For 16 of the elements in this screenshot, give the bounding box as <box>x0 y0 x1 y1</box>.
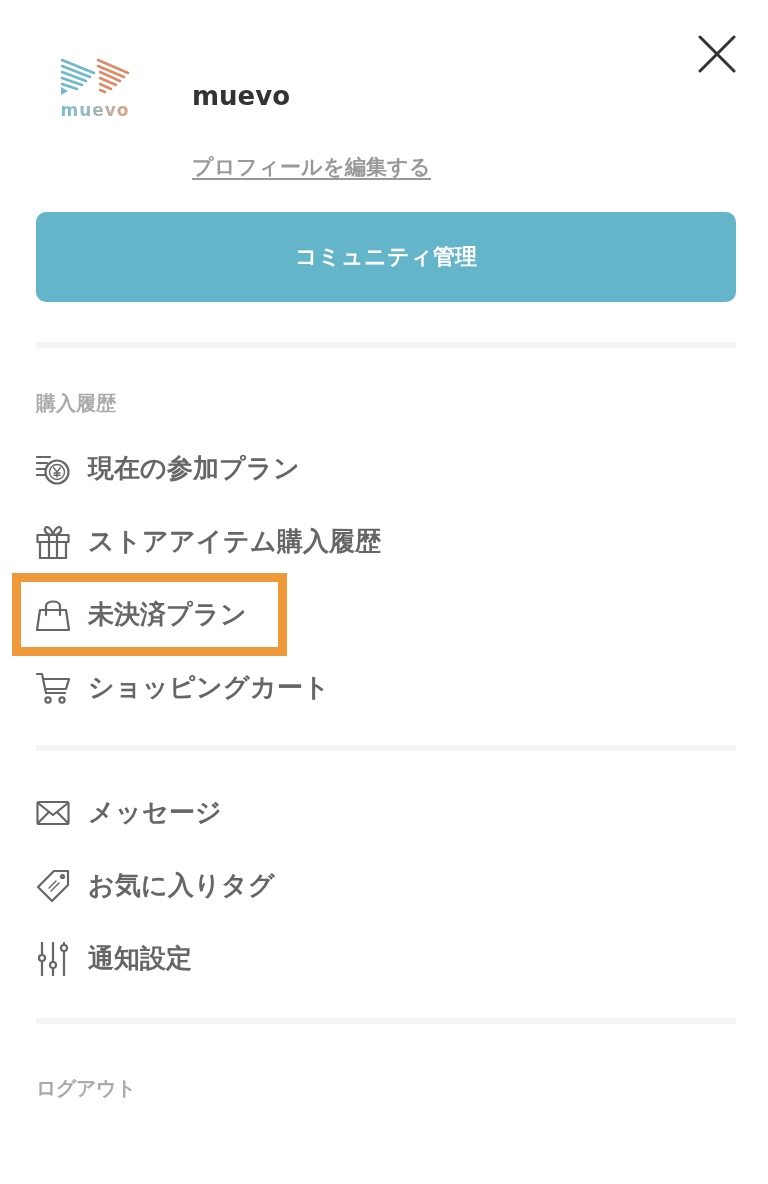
shopping-bag-icon <box>36 597 70 632</box>
profile-name: muevo <box>192 80 291 112</box>
menu-item[interactable]: 未決済プラン <box>21 582 278 647</box>
menu-item[interactable]: 通知設定 <box>21 926 223 991</box>
menu-item[interactable]: お気に入りタグ <box>21 853 306 918</box>
close-button[interactable] <box>698 35 736 73</box>
menu-item[interactable]: メッセージ <box>21 780 253 845</box>
section-heading: 購入履歴 <box>36 390 117 417</box>
menu-item[interactable]: 現在の参加プラン <box>21 436 331 501</box>
logo-icon <box>60 58 130 96</box>
menu-item[interactable]: ストアアイテム購入履歴 <box>21 509 412 574</box>
tag-icon <box>36 868 70 903</box>
menu-item[interactable]: ショッピングカート <box>21 655 361 720</box>
sliders-icon <box>36 941 70 976</box>
gift-icon <box>36 524 70 559</box>
cart-icon <box>36 670 70 705</box>
